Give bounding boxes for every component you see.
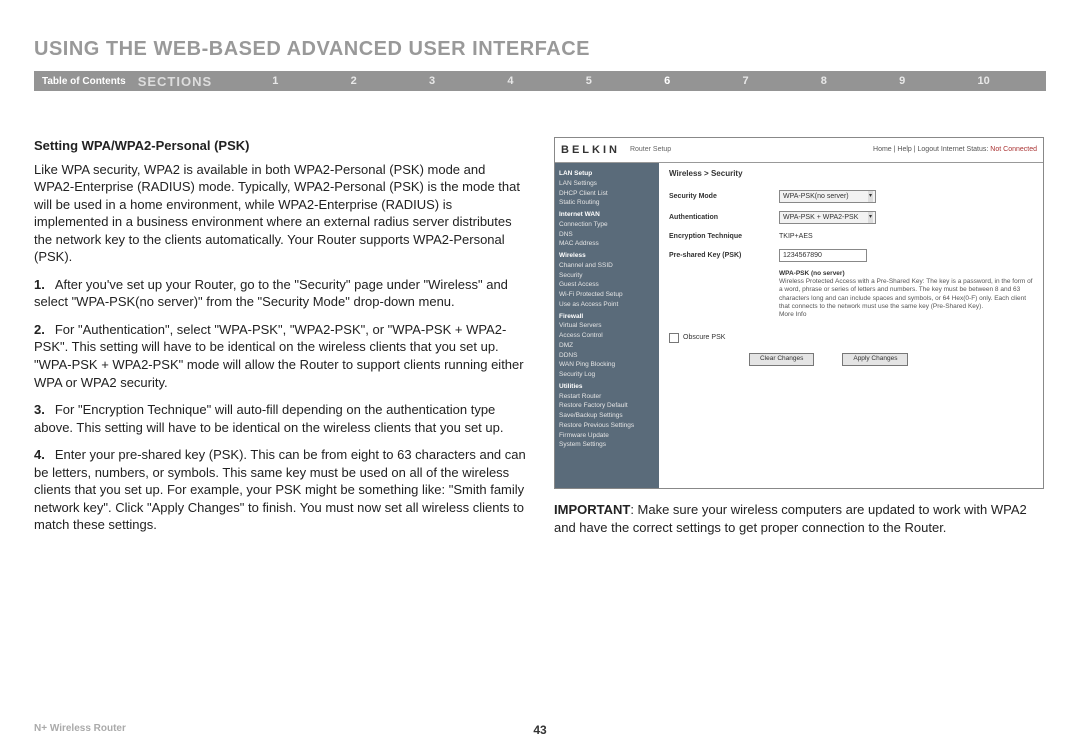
step-number: 1. [34, 277, 45, 292]
encryption-value: TKIP+AES [779, 232, 813, 241]
step-number: 3. [34, 402, 45, 417]
sidebar-heading: LAN Setup [559, 169, 655, 179]
sidebar-item[interactable]: Security Log [559, 370, 655, 380]
note-more-info[interactable]: More Info [779, 311, 806, 318]
nav-toc[interactable]: Table of Contents [34, 76, 138, 87]
step-number: 2. [34, 322, 45, 337]
clear-changes-button[interactable]: Clear Changes [749, 353, 814, 366]
obscure-psk-checkbox[interactable] [669, 333, 679, 343]
important-label: IMPORTANT [554, 502, 630, 517]
sidebar-item[interactable]: Use as Access Point [559, 300, 655, 310]
nav-sections-label: SECTIONS [138, 74, 236, 89]
sidebar-item[interactable]: Static Routing [559, 198, 655, 208]
nav-section-5[interactable]: 5 [586, 75, 592, 87]
sidebar-item[interactable]: Restore Factory Default [559, 401, 655, 411]
router-screenshot: BELKIN Router Setup Home | Help | Logout… [554, 137, 1044, 489]
step-4: 4.Enter your pre-shared key (PSK). This … [34, 446, 526, 534]
note-body: Wireless Protected Access with a Pre-Sha… [779, 278, 1033, 309]
step-2: 2.For "Authentication", select "WPA-PSK"… [34, 321, 526, 391]
nav-section-2[interactable]: 2 [351, 75, 357, 87]
sidebar-item[interactable]: Guest Access [559, 280, 655, 290]
router-breadcrumb: Wireless > Security [669, 169, 1033, 180]
step-1: 1.After you've set up your Router, go to… [34, 276, 526, 311]
sidebar-item[interactable]: LAN Settings [559, 179, 655, 189]
nav-section-3[interactable]: 3 [429, 75, 435, 87]
step-text: For "Authentication", select "WPA-PSK", … [34, 322, 524, 390]
sidebar-item[interactable]: DDNS [559, 351, 655, 361]
sidebar-item[interactable]: Wi-Fi Protected Setup [559, 290, 655, 300]
router-top-links[interactable]: Home | Help | Logout Internet Status: [873, 146, 988, 153]
note-heading: WPA-PSK (no server) [779, 270, 845, 277]
nav-section-9[interactable]: 9 [899, 75, 905, 87]
sidebar-item[interactable]: Restart Router [559, 392, 655, 402]
nav-section-4[interactable]: 4 [507, 75, 513, 87]
sidebar-item[interactable]: DHCP Client List [559, 189, 655, 199]
sections-navbar: Table of Contents SECTIONS 1 2 3 4 5 6 7 8 9 10 [34, 71, 1046, 91]
sidebar-item[interactable]: Security [559, 271, 655, 281]
authentication-label: Authentication [669, 213, 779, 222]
sidebar-item[interactable]: Virtual Servers [559, 321, 655, 331]
router-sidebar: LAN SetupLAN SettingsDHCP Client ListSta… [555, 163, 659, 488]
sidebar-item[interactable]: Restore Previous Settings [559, 421, 655, 431]
psk-label: Pre-shared Key (PSK) [669, 251, 779, 260]
sidebar-item[interactable]: DMZ [559, 341, 655, 351]
step-text: After you've set up your Router, go to t… [34, 277, 508, 310]
step-3: 3.For "Encryption Technique" will auto-f… [34, 401, 526, 436]
step-text: For "Encryption Technique" will auto-fil… [34, 402, 503, 435]
sidebar-item[interactable]: Access Control [559, 331, 655, 341]
sidebar-heading: Wireless [559, 251, 655, 261]
encryption-label: Encryption Technique [669, 232, 779, 241]
nav-section-8[interactable]: 8 [821, 75, 827, 87]
router-setup-label: Router Setup [630, 145, 671, 154]
important-note: IMPORTANT: Make sure your wireless compu… [554, 501, 1044, 536]
nav-section-6[interactable]: 6 [664, 75, 670, 87]
nav-section-10[interactable]: 10 [978, 75, 990, 87]
security-mode-label: Security Mode [669, 192, 779, 201]
obscure-psk-label: Obscure PSK [683, 333, 725, 342]
footer-model: N+ Wireless Router [34, 723, 126, 734]
sidebar-item[interactable]: Channel and SSID [559, 261, 655, 271]
sidebar-item[interactable]: DNS [559, 230, 655, 240]
step-number: 4. [34, 447, 45, 462]
sidebar-heading: Utilities [559, 382, 655, 392]
apply-changes-button[interactable]: Apply Changes [842, 353, 908, 366]
security-mode-select[interactable]: WPA-PSK(no server) [779, 190, 876, 203]
router-status: Not Connected [990, 146, 1037, 153]
authentication-select[interactable]: WPA-PSK + WPA2-PSK [779, 211, 876, 224]
sidebar-heading: Internet WAN [559, 210, 655, 220]
sidebar-item[interactable]: MAC Address [559, 239, 655, 249]
intro-paragraph: Like WPA security, WPA2 is available in … [34, 161, 526, 266]
nav-section-1[interactable]: 1 [272, 75, 278, 87]
psk-input[interactable]: 1234567890 [779, 249, 867, 262]
sidebar-item[interactable]: Connection Type [559, 220, 655, 230]
sidebar-heading: Firewall [559, 312, 655, 322]
page-title: USING THE WEB-BASED ADVANCED USER INTERF… [34, 38, 1046, 61]
router-brand: BELKIN [561, 143, 620, 158]
step-text: Enter your pre-shared key (PSK). This ca… [34, 447, 526, 532]
sidebar-item[interactable]: System Settings [559, 440, 655, 450]
sidebar-item[interactable]: Save/Backup Settings [559, 411, 655, 421]
sidebar-item[interactable]: Firmware Update [559, 431, 655, 441]
footer-page-number: 43 [533, 723, 546, 737]
sidebar-item[interactable]: WAN Ping Blocking [559, 360, 655, 370]
nav-section-7[interactable]: 7 [742, 75, 748, 87]
section-heading: Setting WPA/WPA2-Personal (PSK) [34, 137, 526, 155]
